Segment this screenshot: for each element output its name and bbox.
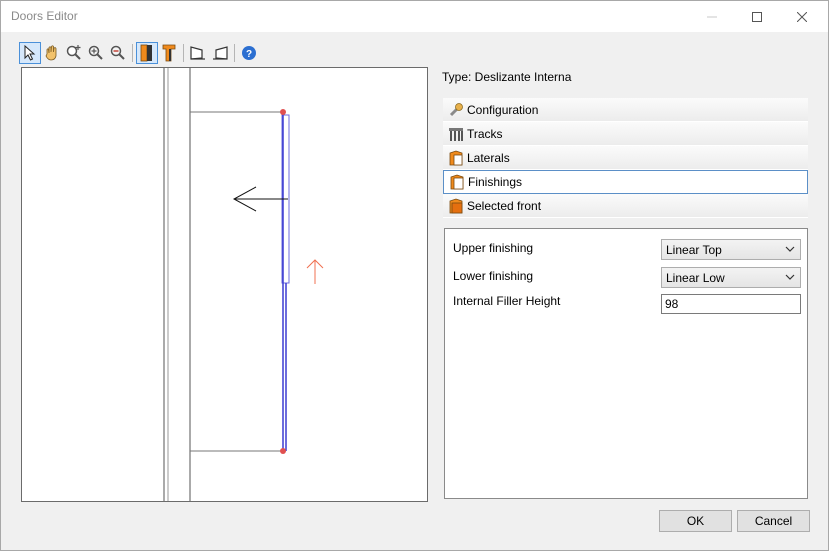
upper-finishing-label: Upper finishing	[453, 241, 534, 255]
help-icon: ?	[242, 46, 256, 60]
section-label: Tracks	[467, 126, 503, 141]
door-drawing	[163, 68, 324, 501]
door-preview-canvas[interactable]	[21, 67, 428, 502]
svg-text:?: ?	[246, 49, 252, 60]
door-side-view-button[interactable]	[158, 42, 180, 64]
title-bar: Doors Editor	[1, 1, 828, 32]
toolbar-separator	[234, 44, 235, 62]
door-front-icon	[140, 44, 152, 62]
section-finishings[interactable]: Finishings	[443, 170, 808, 194]
wrench-icon	[447, 101, 465, 119]
doors-editor-window: Doors Editor ? Type: Deslizante Interna …	[0, 0, 829, 551]
zoom-all-button[interactable]	[63, 42, 85, 64]
select-arrow-icon	[24, 45, 36, 61]
section-list: Configuration Tracks Laterals Finishings…	[443, 98, 808, 218]
toolbar-separator	[183, 44, 184, 62]
door-side-icon	[162, 44, 176, 62]
maximize-button[interactable]	[734, 1, 780, 32]
select-tool-button[interactable]	[19, 42, 41, 64]
zoom-in-button[interactable]	[85, 42, 107, 64]
section-label: Laterals	[467, 150, 510, 165]
zoom-in-icon	[88, 45, 103, 60]
section-label: Configuration	[467, 102, 539, 117]
top-anchor-marker[interactable]	[280, 109, 286, 115]
zoom-out-icon	[110, 45, 125, 60]
laterals-icon	[447, 149, 465, 167]
door-type-label: Type: Deslizante Interna	[442, 70, 572, 84]
section-laterals[interactable]: Laterals	[443, 146, 808, 170]
section-label: Finishings	[468, 175, 523, 189]
lower-finishing-value: Linear Low	[666, 270, 725, 285]
zoom-out-button[interactable]	[107, 42, 129, 64]
section-configuration[interactable]: Configuration	[443, 98, 808, 122]
minimize-button[interactable]	[689, 1, 735, 32]
internal-filler-height-value: 98	[665, 297, 679, 311]
section-tracks[interactable]: Tracks	[443, 122, 808, 146]
lower-finishing-label: Lower finishing	[453, 269, 534, 283]
toolbar-separator	[132, 44, 133, 62]
internal-filler-height-label: Internal Filler Height	[453, 294, 561, 308]
view-left-button[interactable]	[187, 42, 209, 64]
ok-button[interactable]: OK	[659, 510, 732, 532]
zoom-all-icon	[66, 45, 81, 60]
maximize-icon	[752, 11, 762, 22]
pan-tool-button[interactable]	[41, 42, 63, 64]
close-icon	[797, 11, 807, 22]
section-selected-front[interactable]: Selected front	[443, 194, 808, 218]
cancel-button[interactable]: Cancel	[737, 510, 810, 532]
close-button[interactable]	[779, 1, 825, 32]
upper-finishing-value: Linear Top	[666, 242, 722, 257]
internal-filler-height-input[interactable]: 98	[661, 294, 801, 314]
help-button[interactable]: ?	[238, 42, 260, 64]
chevron-down-icon	[785, 246, 795, 252]
chevron-down-icon	[785, 274, 795, 280]
section-label: Selected front	[467, 198, 542, 213]
view-toolbar: ?	[19, 42, 260, 64]
finishings-properties-panel: Upper finishing Linear Top Lower finishi…	[444, 228, 808, 499]
lower-finishing-select[interactable]: Linear Low	[661, 267, 801, 288]
view-right-button[interactable]	[209, 42, 231, 64]
door-front-view-button[interactable]	[136, 42, 158, 64]
finishings-icon	[448, 173, 466, 191]
selected-front-icon	[447, 197, 465, 215]
tracks-icon	[447, 125, 465, 143]
minimize-icon	[707, 16, 717, 17]
view-right-icon	[213, 46, 228, 60]
bottom-anchor-marker[interactable]	[280, 448, 286, 454]
pan-hand-icon	[45, 45, 57, 61]
view-left-icon	[190, 46, 205, 60]
window-title: Doors Editor	[11, 9, 78, 23]
upper-finishing-select[interactable]: Linear Top	[661, 239, 801, 260]
